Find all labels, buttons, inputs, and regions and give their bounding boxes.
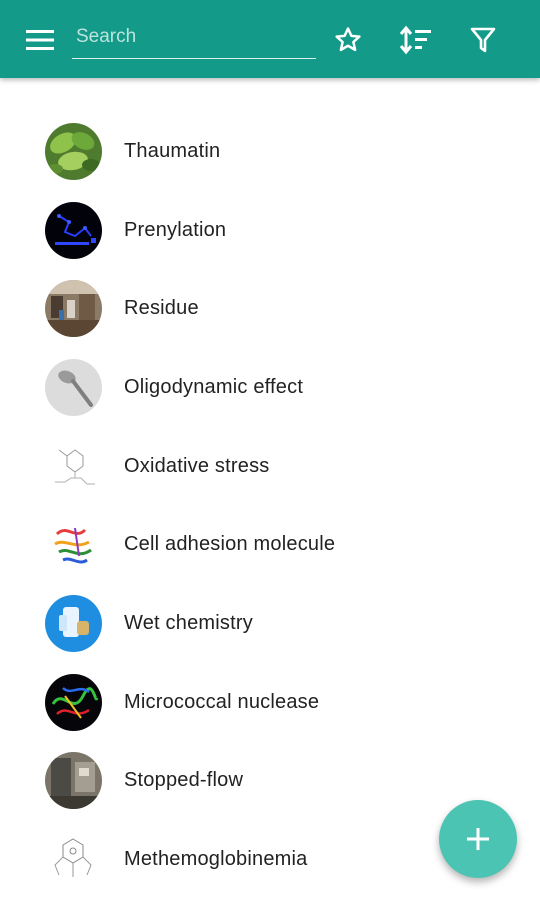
item-label: Oligodynamic effect [124, 375, 304, 398]
thumbnail-leaves [45, 122, 102, 180]
thumbnail-spoon [45, 358, 102, 416]
list-item[interactable]: Oxidative stress [0, 427, 540, 506]
star-outline-icon [335, 27, 361, 52]
item-label: Wet chemistry [124, 611, 253, 634]
sort-icon [399, 25, 431, 55]
thumbnail-molecule-dark [45, 201, 102, 259]
list-item[interactable]: Thaumatin [0, 112, 540, 191]
list-item[interactable]: Micrococcal nuclease [0, 663, 540, 742]
app-bar [0, 0, 540, 78]
list-item[interactable]: Oligodynamic effect [0, 348, 540, 427]
thumbnail-instrument [45, 752, 102, 810]
search-field [72, 18, 316, 59]
thumbnail-chemical-structure-2 [45, 831, 102, 889]
list-item[interactable]: Wet chemistry [0, 584, 540, 663]
item-label: Cell adhesion molecule [124, 533, 336, 556]
thumbnail-protein-ribbon [45, 516, 102, 574]
list-item[interactable]: Prenylation [0, 191, 540, 270]
filter-icon [470, 27, 496, 53]
menu-icon [26, 30, 54, 50]
article-list: Thaumatin Prenylation Residue Oligodynam… [0, 112, 540, 899]
item-label: Methemoglobinemia [124, 848, 308, 871]
thumbnail-chemical-structure [45, 437, 102, 495]
filter-button[interactable] [463, 20, 503, 60]
thumbnail-lab [45, 280, 102, 338]
search-input[interactable] [74, 20, 314, 54]
item-label: Micrococcal nuclease [124, 690, 320, 713]
list-item[interactable]: Cell adhesion molecule [0, 505, 540, 584]
list-item[interactable]: Residue [0, 269, 540, 348]
item-label: Thaumatin [124, 139, 221, 162]
favorites-button[interactable] [328, 20, 368, 60]
item-label: Residue [124, 297, 199, 320]
item-label: Prenylation [124, 218, 227, 241]
add-button[interactable] [439, 800, 517, 878]
menu-button[interactable] [18, 24, 62, 56]
sort-button[interactable] [396, 20, 436, 60]
thumbnail-protein-dark [45, 673, 102, 731]
thumbnail-chemistry [45, 594, 102, 652]
item-label: Stopped-flow [124, 769, 244, 792]
item-label: Oxidative stress [124, 454, 270, 477]
plus-icon [467, 828, 489, 850]
